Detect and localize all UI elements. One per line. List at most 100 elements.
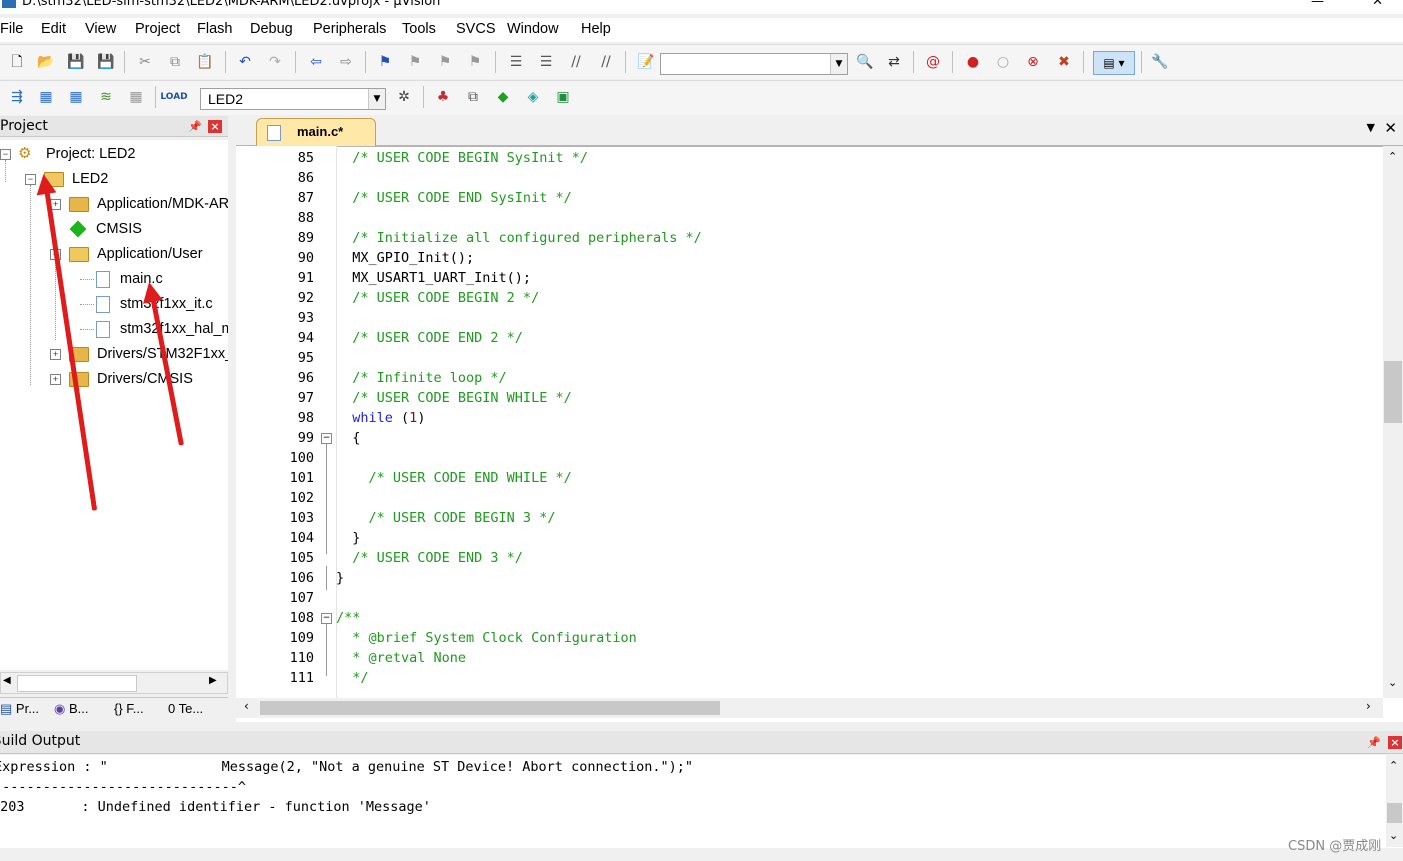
scroll-up-icon[interactable]: ⌃ (1389, 759, 1398, 772)
pin-icon[interactable]: 📌 (188, 120, 202, 133)
menu-flash[interactable]: Flash (197, 21, 232, 37)
tab-functions[interactable]: {} F... (114, 701, 144, 716)
scrollbar-thumb[interactable] (1387, 803, 1402, 823)
build-output-vscrollbar[interactable]: ⌃ ⌄ (1386, 755, 1403, 847)
menu-project[interactable]: Project (135, 21, 180, 37)
navigate-forward-icon[interactable]: ⇨ (337, 53, 355, 71)
pack-installer-icon[interactable]: ▣ (554, 88, 572, 106)
menu-view[interactable]: View (85, 21, 116, 37)
configure-wrench-icon[interactable]: 🔧 (1151, 53, 1169, 71)
stop-build-icon[interactable]: ▦ (127, 88, 145, 106)
code-area[interactable]: 85 /* USER CODE BEGIN SysInit */ 86 87 /* … (236, 146, 1386, 698)
run-time-environment-icon[interactable]: ◆ (494, 88, 512, 106)
find-combobox[interactable]: ▼ (660, 53, 848, 75)
build-output-panel[interactable]: Expression : " Message(2, "Not a genuine… (0, 755, 1403, 861)
bookmark-insert-icon[interactable]: ⚑ (376, 53, 394, 71)
menu-peripherals[interactable]: Peripherals (313, 21, 386, 37)
comment-icon[interactable]: // (567, 53, 585, 71)
paste-icon[interactable]: 📋 (196, 53, 214, 71)
scroll-down-icon[interactable]: ⌄ (1389, 829, 1398, 842)
breakpoint-kill-all-icon[interactable]: ✖ (1055, 53, 1073, 71)
file-extensions-icon[interactable]: ♣ (434, 88, 452, 106)
tab-project[interactable]: ▤ Pr... (0, 701, 39, 717)
scroll-down-icon[interactable]: ⌄ (1388, 676, 1397, 689)
breakpoint-insert-icon[interactable]: ● (964, 53, 982, 71)
undo-icon[interactable]: ↶ (236, 53, 254, 71)
code-line: 90 MX_GPIO_Init(); (236, 248, 1376, 268)
close-icon[interactable]: × (208, 120, 222, 133)
close-icon[interactable]: × (1388, 736, 1402, 749)
unindent-icon[interactable]: ☰ (537, 53, 555, 71)
editor-vscrollbar[interactable]: ⌃ ⌄ (1383, 146, 1403, 698)
tab-list-dropdown-icon[interactable]: ▼ (1367, 121, 1375, 134)
uncomment-icon[interactable]: // (597, 53, 615, 71)
breakpoint-disable-icon[interactable]: ○ (994, 53, 1012, 71)
save-icon[interactable]: 💾 (67, 53, 85, 71)
pin-icon[interactable]: 📌 (1367, 736, 1381, 749)
scrollbar-thumb[interactable] (1384, 361, 1402, 423)
navigate-back-icon[interactable]: ⇦ (307, 53, 325, 71)
menu-file[interactable]: File (0, 21, 23, 37)
menu-tools[interactable]: Tools (402, 21, 436, 37)
menu-window[interactable]: Window (507, 21, 559, 37)
code-line: 109 * @brief System Clock Configuration (236, 628, 1376, 648)
chevron-down-icon[interactable]: ▼ (368, 89, 385, 109)
save-all-icon[interactable]: 💾 (97, 53, 115, 71)
close-tab-icon[interactable]: ✕ (1384, 119, 1397, 137)
tab-books[interactable]: ◉ B... (54, 701, 88, 717)
scrollbar-thumb[interactable] (17, 675, 137, 692)
editor-hscrollbar[interactable]: ‹ › (236, 698, 1383, 718)
scroll-left-icon[interactable]: ‹ (244, 699, 249, 713)
code-text: /* USER CODE BEGIN 3 */ (336, 510, 556, 526)
bookmark-prev-icon[interactable]: ⚑ (406, 53, 424, 71)
cut-icon[interactable]: ✂ (136, 53, 154, 71)
breakpoint-disable-all-icon[interactable]: ⊗ (1024, 53, 1042, 71)
collapse-icon[interactable]: − (0, 149, 11, 160)
scroll-up-icon[interactable]: ⌃ (1388, 150, 1397, 163)
fold-toggle-icon[interactable]: − (321, 613, 332, 624)
new-file-icon[interactable]: 🗋 (8, 53, 26, 71)
debug-session-icon[interactable]: @ (924, 53, 942, 71)
scroll-right-icon[interactable]: ▶ (209, 675, 217, 686)
scrollbar-thumb[interactable] (260, 701, 720, 715)
find-in-files-icon[interactable]: 📝 (637, 53, 655, 71)
redo-icon[interactable]: ↷ (266, 53, 284, 71)
indent-icon[interactable]: ☰ (507, 53, 525, 71)
chevron-down-icon[interactable]: ▼ (830, 54, 847, 74)
manage-components-icon[interactable]: ⧉ (464, 88, 482, 106)
expand-icon[interactable]: + (50, 349, 61, 360)
options-for-target-icon[interactable]: ✲ (395, 88, 413, 106)
find-replace-icon[interactable]: ⇄ (885, 53, 903, 71)
window-layout-icon[interactable]: ▤ ▾ (1093, 51, 1135, 75)
minimize-button[interactable]: — (1311, 0, 1324, 9)
menu-debug[interactable]: Debug (250, 21, 293, 37)
code-text: /* Initialize all configured peripherals… (336, 230, 702, 246)
incremental-find-icon[interactable]: 🔍 (856, 53, 874, 71)
close-window-button[interactable]: ✕ (1372, 0, 1383, 9)
expand-icon[interactable]: + (50, 374, 61, 385)
menu-svcs[interactable]: SVCS (456, 21, 496, 37)
code-token: ( (392, 410, 410, 426)
rebuild-icon[interactable]: ▦ (67, 88, 85, 106)
project-tree-hscrollbar[interactable]: ◀ ▶ (0, 672, 228, 694)
tab-templates[interactable]: 0 Te... (168, 701, 203, 716)
bookmark-clear-icon[interactable]: ⚑ (466, 53, 484, 71)
menu-help[interactable]: Help (581, 21, 611, 37)
download-load-icon[interactable]: LOAD (160, 88, 187, 106)
fold-toggle-icon[interactable]: − (321, 433, 332, 444)
tab-main-c[interactable]: main.c* (256, 118, 376, 146)
build-output-hscrollbar[interactable] (0, 848, 1403, 861)
target-select[interactable]: LED2 ▼ (200, 88, 386, 110)
line-number: 85 (297, 150, 314, 166)
build-icon[interactable]: ▦ (37, 88, 55, 106)
open-file-icon[interactable]: 📂 (37, 53, 55, 71)
scroll-left-icon[interactable]: ◀ (3, 675, 11, 686)
menu-edit[interactable]: Edit (41, 21, 66, 37)
translate-icon[interactable]: ⇶ (8, 88, 26, 106)
copy-icon[interactable]: ⧉ (166, 53, 184, 71)
select-software-packs-icon[interactable]: ◈ (524, 88, 542, 106)
scroll-right-icon[interactable]: › (1366, 699, 1371, 713)
build-output-line: ------------------------------^ (0, 779, 246, 795)
batch-build-icon[interactable]: ≋ (97, 88, 115, 106)
bookmark-next-icon[interactable]: ⚑ (436, 53, 454, 71)
